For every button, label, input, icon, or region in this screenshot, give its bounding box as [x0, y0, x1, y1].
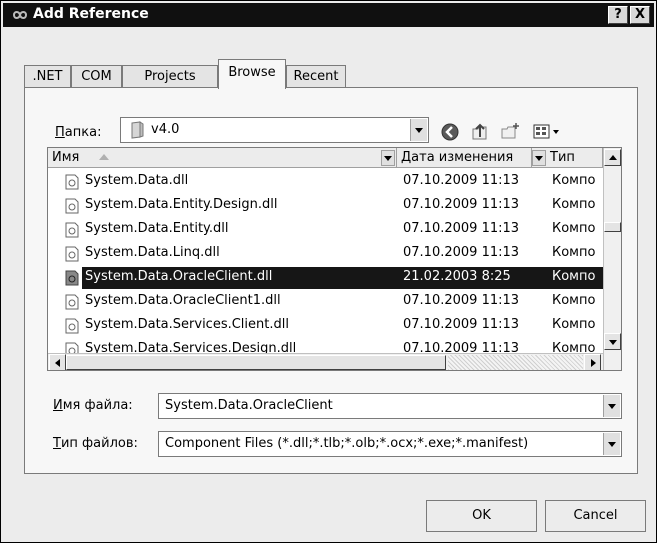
new-folder-icon[interactable]: [499, 121, 521, 143]
dll-file-icon: [65, 174, 79, 190]
list-header: Имя Дата изменения Тип: [48, 148, 621, 168]
folder-dropdown[interactable]: v4.0: [120, 117, 429, 143]
list-item[interactable]: System.Data.Entity.Design.dll 07.10.2009…: [48, 194, 603, 218]
file-list[interactable]: Имя Дата изменения Тип System.Data.dll 0…: [47, 147, 622, 371]
cancel-button[interactable]: Cancel: [545, 500, 646, 532]
dll-file-icon: [65, 318, 79, 334]
filetype-dropdown[interactable]: Component Files (*.dll;*.tlb;*.olb;*.ocx…: [158, 431, 622, 457]
folder-value: v4.0: [151, 122, 180, 137]
dll-file-icon: [65, 198, 79, 214]
up-folder-icon[interactable]: [469, 121, 491, 143]
file-date: 07.10.2009 11:13: [403, 221, 520, 236]
column-name-label: Имя: [52, 150, 80, 165]
filename-label: Имя файла:: [53, 398, 133, 413]
scroll-left-button[interactable]: [49, 354, 66, 370]
sort-ascending-icon: [99, 154, 109, 160]
folder-icon: [131, 121, 144, 139]
chevron-down-icon[interactable]: [603, 395, 620, 417]
column-date-label: Дата изменения: [401, 150, 514, 165]
column-date[interactable]: Дата изменения: [397, 148, 532, 168]
list-item[interactable]: System.Data.Linq.dll 07.10.2009 11:13 Ко…: [48, 242, 603, 266]
file-date: 07.10.2009 11:13: [403, 245, 520, 260]
scroll-track[interactable]: [448, 355, 583, 370]
vertical-scrollbar[interactable]: [603, 148, 621, 370]
tab-recent[interactable]: Recent: [286, 65, 346, 88]
scroll-up-button[interactable]: [604, 149, 621, 166]
title-bar[interactable]: Add Reference ? X: [3, 3, 654, 27]
dll-file-icon: [65, 246, 79, 262]
tab-com[interactable]: COM: [71, 65, 122, 88]
file-date: 07.10.2009 11:13: [403, 293, 520, 308]
filetype-label: Тип файлов:: [53, 436, 138, 451]
help-button[interactable]: ?: [608, 6, 628, 24]
horizontal-scrollbar[interactable]: [48, 353, 603, 370]
close-button[interactable]: X: [630, 6, 650, 24]
dll-file-icon: [65, 270, 79, 286]
dll-file-icon: [65, 294, 79, 310]
file-type: Компо: [552, 317, 596, 332]
file-type: Компо: [552, 245, 596, 260]
file-name: System.Data.dll: [85, 173, 189, 188]
file-type: Компо: [552, 197, 596, 212]
column-type-label: Тип: [550, 150, 575, 165]
folder-label: Папка:: [55, 125, 102, 140]
chevron-down-icon[interactable]: [603, 433, 620, 455]
dll-file-icon: [65, 222, 79, 238]
back-icon[interactable]: [439, 121, 461, 143]
filetype-value: Component Files (*.dll;*.tlb;*.olb;*.ocx…: [165, 436, 529, 451]
file-name: System.Data.Linq.dll: [85, 245, 220, 260]
tab-projects[interactable]: Projects: [122, 65, 218, 88]
list-item-selected[interactable]: System.Data.OracleClient.dll 21.02.2003 …: [48, 266, 603, 290]
ok-button[interactable]: OK: [426, 500, 537, 532]
list-item[interactable]: System.Data.dll 07.10.2009 11:13 Компо: [48, 170, 603, 194]
column-name-filter-icon[interactable]: [381, 150, 395, 166]
scroll-down-button[interactable]: [604, 333, 621, 350]
window-title: Add Reference: [33, 6, 149, 22]
file-type: Компо: [552, 293, 596, 308]
file-date: 07.10.2009 11:13: [403, 197, 520, 212]
filename-value: System.Data.OracleClient: [165, 398, 333, 413]
filename-input[interactable]: System.Data.OracleClient: [158, 393, 622, 419]
infinity-icon: [12, 11, 28, 19]
list-item[interactable]: System.Data.Entity.dll 07.10.2009 11:13 …: [48, 218, 603, 242]
column-type[interactable]: Тип: [546, 148, 603, 168]
file-type: Компо: [552, 269, 596, 284]
file-name: System.Data.Services.Client.dll: [85, 317, 289, 332]
file-name: System.Data.OracleClient1.dll: [85, 293, 281, 308]
file-type: Компо: [552, 221, 596, 236]
file-date: 07.10.2009 11:13: [403, 317, 520, 332]
view-menu-icon[interactable]: [531, 121, 563, 143]
list-item[interactable]: System.Data.Services.Client.dll 07.10.20…: [48, 314, 603, 338]
scroll-right-button[interactable]: [584, 354, 601, 370]
tab-net[interactable]: .NET: [24, 65, 71, 88]
horizontal-scroll-thumb[interactable]: [66, 355, 446, 370]
add-reference-dialog: Add Reference ? X .NET COM Projects Brow…: [0, 0, 657, 543]
file-name: System.Data.OracleClient.dll: [85, 269, 273, 284]
vertical-scroll-thumb[interactable]: [604, 222, 621, 232]
file-date: 21.02.2003 8:25: [403, 269, 511, 284]
list-item[interactable]: System.Data.OracleClient1.dll 07.10.2009…: [48, 290, 603, 314]
file-type: Компо: [552, 173, 596, 188]
file-name: System.Data.Entity.dll: [85, 221, 229, 236]
chevron-down-icon[interactable]: [410, 119, 427, 141]
column-date-filter-icon[interactable]: [532, 150, 546, 166]
tab-browse[interactable]: Browse: [218, 59, 286, 89]
file-date: 07.10.2009 11:13: [403, 173, 520, 188]
file-name: System.Data.Entity.Design.dll: [85, 197, 278, 212]
